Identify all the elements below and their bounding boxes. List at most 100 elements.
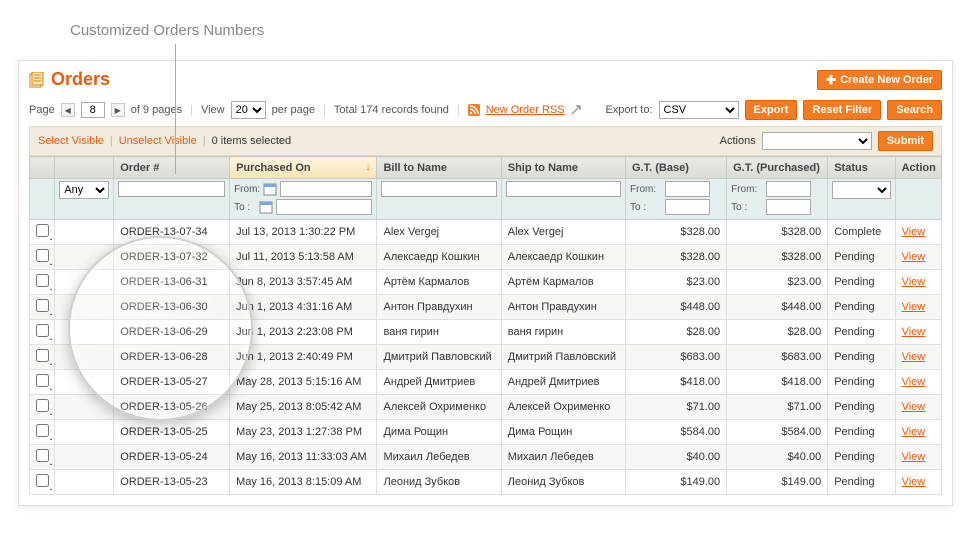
items-selected-label: 0 items selected — [212, 135, 291, 147]
cell-ship-to: Дмитрий Павловский — [501, 345, 625, 370]
filter-status-select[interactable] — [832, 181, 890, 199]
cell-purchased-on: Jul 13, 2013 1:30:22 PM — [230, 220, 377, 245]
view-link[interactable]: View — [902, 451, 926, 463]
cell-gt-base: $584.00 — [626, 420, 727, 445]
filter-date-to[interactable] — [276, 199, 373, 215]
rss-link[interactable]: New Order RSS — [486, 104, 565, 116]
row-checkbox[interactable] — [36, 224, 49, 237]
view-link[interactable]: View — [902, 301, 926, 313]
submit-button[interactable]: Submit — [878, 131, 933, 151]
actions-select[interactable] — [762, 132, 872, 150]
page-label: Page — [29, 104, 55, 116]
row-checkbox[interactable] — [36, 324, 49, 337]
search-button[interactable]: Search — [887, 100, 942, 120]
cell-gt-base: $28.00 — [626, 320, 727, 345]
col-checkbox[interactable] — [30, 157, 55, 179]
cell-order-no: ORDER-13-05-23 — [114, 470, 230, 495]
col-any[interactable] — [55, 157, 114, 179]
filter-date-from[interactable] — [280, 181, 372, 197]
cell-bill-to: Алексей Охрименко — [377, 395, 501, 420]
view-link[interactable]: View — [902, 426, 926, 438]
cell-gt-purchased: $448.00 — [727, 295, 828, 320]
table-row[interactable]: ORDER-13-07-34Jul 13, 2013 1:30:22 PMAle… — [30, 220, 942, 245]
row-checkbox[interactable] — [36, 249, 49, 262]
table-row[interactable]: ORDER-13-06-30Jun 1, 2013 4:31:16 AMАнто… — [30, 295, 942, 320]
export-select[interactable]: CSV — [659, 101, 739, 119]
cell-bill-to: Дима Рощин — [377, 420, 501, 445]
table-row[interactable]: ORDER-13-05-25May 23, 2013 1:27:38 PMДим… — [30, 420, 942, 445]
filter-purch-to[interactable] — [766, 199, 811, 215]
cell-order-no: ORDER-13-06-29 — [114, 320, 230, 345]
unselect-visible-link[interactable]: Unselect Visible — [119, 135, 197, 147]
export-button[interactable]: Export — [745, 100, 798, 120]
cell-gt-base: $40.00 — [626, 445, 727, 470]
view-link[interactable]: View — [902, 251, 926, 263]
cell-ship-to: Леонид Зубков — [501, 470, 625, 495]
calendar-icon[interactable] — [263, 182, 277, 196]
view-link[interactable]: View — [902, 401, 926, 413]
row-checkbox[interactable] — [36, 474, 49, 487]
view-link[interactable]: View — [902, 326, 926, 338]
table-row[interactable]: ORDER-13-05-23May 16, 2013 8:15:09 AMЛео… — [30, 470, 942, 495]
col-order-no[interactable]: Order # — [114, 157, 230, 179]
cell-order-no: ORDER-13-06-28 — [114, 345, 230, 370]
col-ship-to[interactable]: Ship to Name — [501, 157, 625, 179]
table-row[interactable]: ORDER-13-06-31Jun 8, 2013 3:57:45 AMАртё… — [30, 270, 942, 295]
col-purchased-on-label: Purchased On — [236, 162, 311, 174]
cell-bill-to: Андрей Дмитриев — [377, 370, 501, 395]
cell-gt-purchased: $418.00 — [727, 370, 828, 395]
cell-order-no: ORDER-13-05-27 — [114, 370, 230, 395]
orders-icon — [29, 72, 45, 88]
table-row[interactable]: ORDER-13-05-27May 28, 2013 5:15:16 AMАнд… — [30, 370, 942, 395]
cell-bill-to: Михаил Лебедев — [377, 445, 501, 470]
table-row[interactable]: ORDER-13-07-32Jul 11, 2013 5:13:58 AMАле… — [30, 245, 942, 270]
row-checkbox[interactable] — [36, 374, 49, 387]
view-link[interactable]: View — [902, 351, 926, 363]
select-visible-link[interactable]: Select Visible — [38, 135, 104, 147]
table-row[interactable]: ORDER-13-05-26May 25, 2013 8:05:42 AMАле… — [30, 395, 942, 420]
cell-bill-to: Дмитрий Павловский — [377, 345, 501, 370]
filter-ship-to[interactable] — [506, 181, 621, 197]
calendar-icon[interactable] — [259, 200, 273, 214]
table-row[interactable]: ORDER-13-06-29Jun 1, 2013 2:23:08 PMваня… — [30, 320, 942, 345]
view-link[interactable]: View — [902, 476, 926, 488]
col-gt-base[interactable]: G.T. (Base) — [626, 157, 727, 179]
create-order-button[interactable]: ✚Create New Order — [817, 70, 942, 90]
filter-order-no[interactable] — [118, 181, 225, 197]
total-records-label: Total 174 records found — [334, 104, 449, 116]
filter-base-to[interactable] — [665, 199, 710, 215]
cell-purchased-on: Jun 1, 2013 2:40:49 PM — [230, 345, 377, 370]
row-checkbox[interactable] — [36, 449, 49, 462]
reset-filter-button[interactable]: Reset Filter — [803, 100, 881, 120]
cell-status: Pending — [828, 345, 895, 370]
prev-page-button[interactable]: ◀ — [61, 103, 75, 117]
filter-any-select[interactable]: Any — [59, 181, 109, 199]
row-checkbox[interactable] — [36, 274, 49, 287]
cell-order-no: ORDER-13-07-34 — [114, 220, 230, 245]
cell-status: Pending — [828, 295, 895, 320]
table-row[interactable]: ORDER-13-05-24May 16, 2013 11:33:03 AMМи… — [30, 445, 942, 470]
per-page-select[interactable]: 20 — [231, 101, 266, 119]
cell-order-no: ORDER-13-07-32 — [114, 245, 230, 270]
from-label: From: — [630, 184, 662, 195]
filter-base-from[interactable] — [665, 181, 710, 197]
col-bill-to[interactable]: Bill to Name — [377, 157, 501, 179]
page-input[interactable] — [81, 102, 105, 118]
col-status[interactable]: Status — [828, 157, 895, 179]
view-link[interactable]: View — [902, 226, 926, 238]
cell-gt-purchased: $28.00 — [727, 320, 828, 345]
cell-bill-to: Леонид Зубков — [377, 470, 501, 495]
filter-bill-to[interactable] — [381, 181, 496, 197]
row-checkbox[interactable] — [36, 349, 49, 362]
col-purchased-on[interactable]: Purchased On↓ — [230, 157, 377, 179]
view-link[interactable]: View — [902, 276, 926, 288]
row-checkbox[interactable] — [36, 399, 49, 412]
cell-gt-base: $149.00 — [626, 470, 727, 495]
view-link[interactable]: View — [902, 376, 926, 388]
filter-purch-from[interactable] — [766, 181, 811, 197]
row-checkbox[interactable] — [36, 424, 49, 437]
next-page-button[interactable]: ▶ — [111, 103, 125, 117]
col-gt-purchased[interactable]: G.T. (Purchased) — [727, 157, 828, 179]
table-row[interactable]: ORDER-13-06-28Jun 1, 2013 2:40:49 PMДмит… — [30, 345, 942, 370]
row-checkbox[interactable] — [36, 299, 49, 312]
